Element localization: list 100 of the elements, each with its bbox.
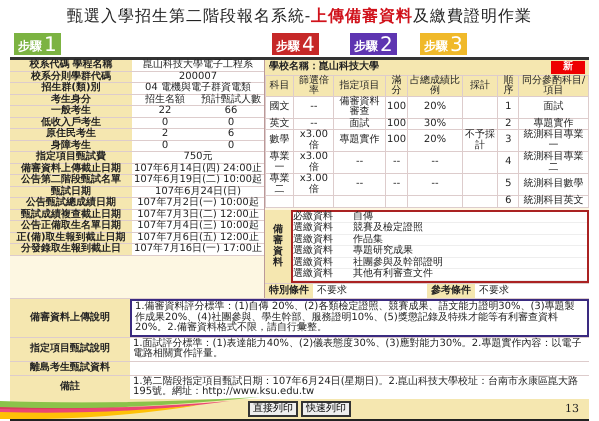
material-name: 作品集 <box>353 234 384 244</box>
table-cell: 5 <box>498 174 519 196</box>
field-value: 107年7月6日(五) 12:00止 <box>136 232 260 242</box>
note-text: 1.第二階段指定項目甄試日期：107年6月24日(星期日)。2.崑山科技大學校址：台南市永康區崑大路195號。網址：http://www.ksu.edu.tw <box>130 376 589 398</box>
print-button[interactable]: 快速列印 <box>301 400 351 417</box>
table-cell: 專業一 <box>266 152 294 174</box>
new-badge: 新 <box>551 61 585 74</box>
field-label: 參考條件 <box>427 284 475 298</box>
field-label: 正(備)取生報到截止日期 <box>10 232 132 243</box>
column-header: 篩選倍率 <box>294 75 334 96</box>
material-name: 社團參與及幹部證明 <box>353 258 444 268</box>
table-cell: 英文 <box>266 118 294 130</box>
field-value: 107年6月24日(日) <box>154 186 242 197</box>
table-cell: 不予採計 <box>462 130 498 152</box>
column-header: 占總成績比例 <box>408 75 462 96</box>
field-label: 一般考生 <box>10 106 132 116</box>
material-type: 選繳資料 <box>293 246 334 256</box>
table-cell: -- <box>334 152 386 174</box>
table-cell: x3.00倍 <box>294 174 334 196</box>
table-cell: 3 <box>498 130 519 152</box>
material-name: 其他有利審查文件 <box>353 269 434 280</box>
field-value: 0 <box>226 140 236 151</box>
table-cell <box>462 174 498 196</box>
field-value: 22 <box>158 106 172 116</box>
step-badge: 步驟 2 <box>350 33 397 55</box>
material-name: 專題研究成果 <box>353 246 414 256</box>
field-label: 考生身分 <box>10 94 132 105</box>
field-value: 2 <box>160 129 170 140</box>
field-label: 備審資料上傳截止日期 <box>10 164 132 174</box>
column-header: 順序 <box>498 75 519 96</box>
field-value: 崑山科技大學電子工程系 <box>142 60 254 70</box>
table-cell: 專業二 <box>266 174 294 196</box>
step-badge: 步驟 4 <box>272 33 319 55</box>
field-value: 0 <box>160 118 170 128</box>
field-value: 招生名額 <box>144 94 186 105</box>
field-value: 107年7月16日(一) 17:00止 <box>133 244 263 254</box>
field-label: 招生群(類)別 <box>10 83 132 94</box>
field-label: 校系代碼 學程名稱 <box>10 60 132 70</box>
field-value: 107年7月3日(二) 12:00止 <box>136 210 260 220</box>
table-cell: 100 <box>385 130 408 152</box>
table-cell: 數學 <box>266 130 294 152</box>
field-value: 200007 <box>178 72 218 82</box>
table-cell: 備審資料審查 <box>334 96 386 118</box>
field-value: 6 <box>226 129 236 140</box>
field-label: 指定項目甄試說明 <box>10 338 130 360</box>
material-type: 選繳資料 <box>293 223 334 234</box>
material-name: 競賽及檢定證照 <box>353 223 424 234</box>
field-value: 750元 <box>182 152 214 162</box>
field-value: 不要求 <box>475 284 589 298</box>
column-header: 指定項目 <box>334 75 386 96</box>
column-header: 同分參酌科目/項目 <box>518 75 588 96</box>
field-value: 107年6月19日(二) 10:00起 <box>133 175 263 186</box>
note-text: 1.備審資料評分標準：(1)自傳 20%、(2)各類檢定證照、競賽成果、語文能力證明30%、(3)專題製作成果20%、(4)社團參與、學生幹部、服務證明10%、(5)獎懲記錄及特殊才能等有利審查資料20%。2.備審資料格式不限，請自行彙整。 <box>130 299 589 336</box>
field-label: 低收入戶考生 <box>10 118 132 128</box>
field-label: 原住民考生 <box>10 129 132 140</box>
table-cell: -- <box>334 174 386 196</box>
field-label: 備註 <box>10 376 130 398</box>
field-label: 身障考生 <box>10 140 132 151</box>
field-value: 不要求 <box>313 284 427 298</box>
table-cell: -- <box>408 174 462 196</box>
table-cell: 面試 <box>518 96 588 118</box>
field-label: 甄試成績複查截止日期 <box>10 210 132 220</box>
field-label: 分發錄取生報到截止日 <box>10 244 132 254</box>
school-name: 學校名稱：崑山科技大學 <box>269 62 379 72</box>
table-cell <box>462 152 498 174</box>
field-label: 特別條件 <box>265 284 313 298</box>
column-header: 滿分 <box>385 75 408 96</box>
print-button[interactable]: 直接列印 <box>248 400 298 417</box>
field-value: 66 <box>224 106 238 116</box>
table-cell: 20% <box>408 96 462 118</box>
step-badge: 步驟 3 <box>420 33 467 55</box>
column-header: 科目 <box>266 75 294 96</box>
column-header: 採計 <box>462 75 498 96</box>
field-label: 公告正備取生名單日期 <box>10 221 132 232</box>
table-cell: -- <box>294 96 334 118</box>
table-cell: 專題實作 <box>334 130 386 152</box>
table-cell: -- <box>408 152 462 174</box>
field-label: 校系分則學群代碼 <box>10 72 132 82</box>
table-cell: 統測科目專業二 <box>518 152 588 174</box>
field-value: 107年7月4日(三) 10:00起 <box>136 221 260 232</box>
table-cell: 20% <box>408 130 462 152</box>
field-label: 指定項目甄試費 <box>10 152 132 162</box>
page-number: 13 <box>565 402 579 415</box>
slide-title: 甄選入學招生第二階段報名系統-上傳備審資料及繳費證明作業 <box>66 5 534 27</box>
table-cell <box>462 96 498 118</box>
material-name: 自傳 <box>353 212 374 222</box>
table-cell: -- <box>385 174 408 196</box>
material-type: 選繳資料 <box>293 269 334 280</box>
section-label: 備審資料 <box>265 210 291 282</box>
field-label: 備審資料上傳說明 <box>10 299 130 336</box>
table-cell: 100 <box>385 96 408 118</box>
table-cell: 1 <box>498 96 519 118</box>
table-cell: 面試 <box>334 118 386 130</box>
table-cell: -- <box>385 152 408 174</box>
field-label: 離島考生甄試資料 <box>10 362 130 374</box>
table-cell: 國文 <box>266 96 294 118</box>
field-value: 0 <box>226 118 236 128</box>
material-type: 選繳資料 <box>293 234 334 244</box>
table-cell: 統測科目專業一 <box>518 130 588 152</box>
table-cell: 專題實作 <box>518 118 588 130</box>
